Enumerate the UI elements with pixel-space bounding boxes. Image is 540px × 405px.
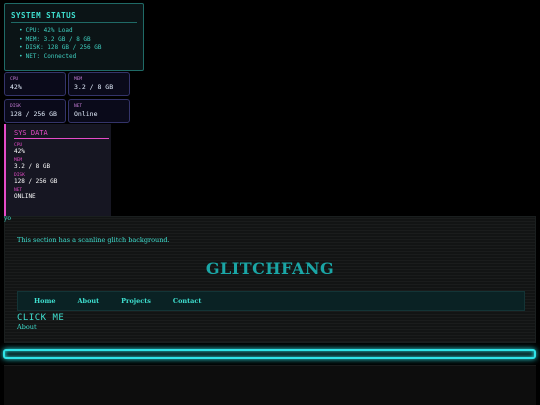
nav-link-home[interactable]: Home: [34, 297, 56, 305]
glowing-input-bar[interactable]: [3, 349, 536, 359]
bottom-panel: [4, 365, 536, 405]
about-text: About: [17, 323, 37, 331]
sys-mem-value: 3.2 / 8 GB: [14, 163, 51, 170]
sys-disk-value: 128 / 256 GB: [14, 178, 58, 185]
nav-link-contact[interactable]: Contact: [173, 297, 201, 305]
status-item-disk: DISK: 128 GB / 256 GB: [25, 44, 137, 53]
mem-card-value: 3.2 / 8 GB: [74, 83, 114, 91]
cpu-card: CPU 42%: [4, 72, 66, 96]
sys-cpu-value: 42%: [14, 148, 25, 155]
system-status-list: CPU: 42% Load MEM: 3.2 GB / 8 GB DISK: 1…: [11, 27, 137, 61]
system-status-panel: SYSTEM STATUS CPU: 42% Load MEM: 3.2 GB …: [4, 3, 144, 71]
nav-link-about[interactable]: About: [78, 297, 100, 305]
glitch-nav-bar: Home About Projects Contact: [17, 291, 525, 311]
status-item-net: NET: Connected: [25, 53, 137, 62]
glitch-section-description: This section has a scanline glitch backg…: [17, 236, 170, 244]
nav-link-projects[interactable]: Projects: [121, 297, 151, 305]
glitch-section: This section has a scanline glitch backg…: [4, 216, 536, 343]
system-status-title: SYSTEM STATUS: [11, 11, 137, 23]
net-card: NET Online: [68, 99, 130, 123]
cpu-card-value: 42%: [10, 83, 22, 91]
glitch-heading: GLITCHFANG: [205, 259, 335, 278]
net-card-value: Online: [74, 110, 98, 118]
disk-card-value: 128 / 256 GB: [10, 110, 57, 118]
sys-data-panel: SYS DATA CPU 42% MEM 3.2 / 8 GB DISK 128…: [4, 124, 111, 220]
sys-data-title: SYS DATA: [14, 129, 109, 139]
sys-net-value: ONLINE: [14, 193, 36, 200]
status-item-cpu: CPU: 42% Load: [25, 27, 137, 36]
disk-card: DISK 128 / 256 GB: [4, 99, 66, 123]
status-item-mem: MEM: 3.2 GB / 8 GB: [25, 36, 137, 45]
mem-card: MEM 3.2 / 8 GB: [68, 72, 130, 96]
yo-text: yo: [4, 215, 12, 222]
click-me-button[interactable]: CLICK ME: [17, 313, 64, 323]
